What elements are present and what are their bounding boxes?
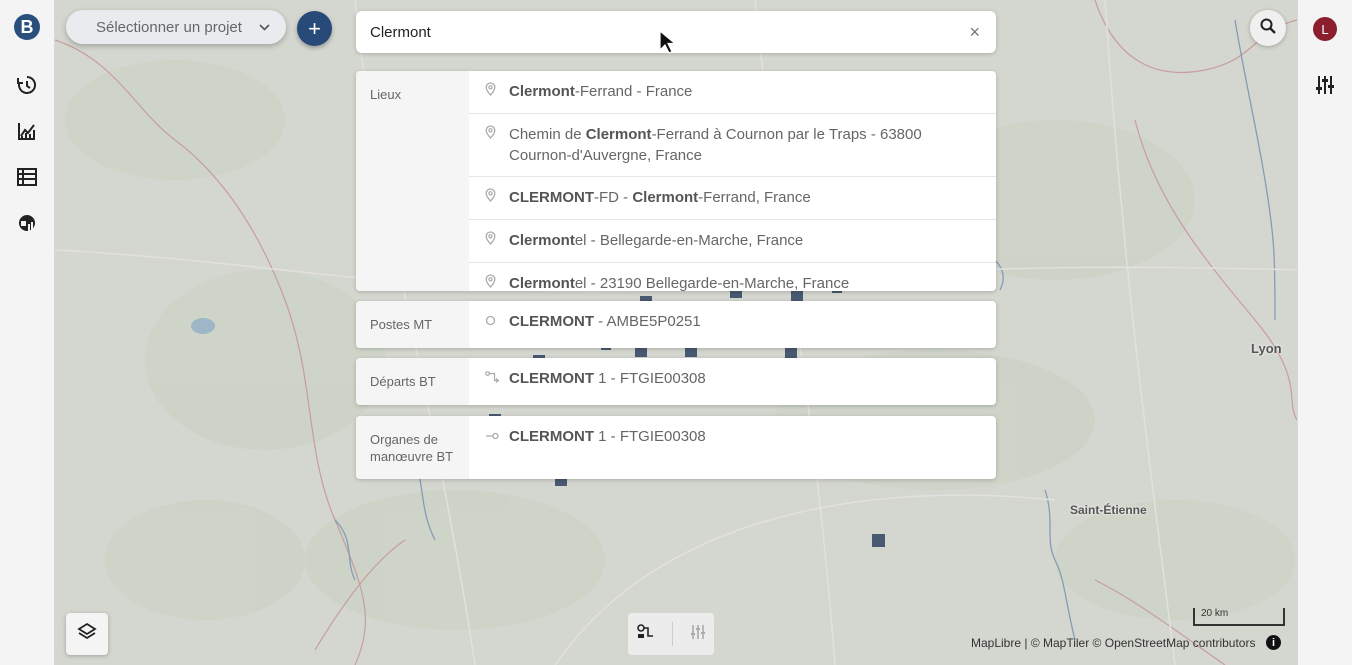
result-text: Chemin de Clermont-Ferrand à Cournon par…: [509, 124, 984, 166]
result-text-part: el - Bellegarde-en-Marche, France: [574, 232, 804, 249]
group-items: CLERMONT - AMBE5P0251: [469, 301, 996, 348]
chart-icon[interactable]: [14, 118, 40, 144]
result-item[interactable]: Clermontel - 23190 Bellegarde-en-Marche,…: [469, 263, 996, 291]
group-items: Clermont-Ferrand - France Chemin de Clerm…: [469, 71, 996, 291]
location-pin-icon: [485, 124, 509, 146]
result-item[interactable]: CLERMONT 1 - FTGIE00308: [469, 416, 996, 458]
result-text-part: -Ferrand - France: [574, 83, 693, 100]
result-match: CLERMONT: [509, 428, 594, 445]
info-icon[interactable]: i: [1266, 635, 1281, 650]
result-text: Clermontel - Bellegarde-en-Marche, Franc…: [509, 230, 803, 251]
logo-letter: B: [20, 16, 34, 37]
map-attribution[interactable]: MapLibre | © MapTiler © OpenStreetMap co…: [971, 636, 1255, 650]
result-match: CLERMONT: [509, 313, 594, 330]
left-sidebar: B: [0, 0, 55, 665]
project-select[interactable]: Sélectionner un projet: [66, 10, 286, 44]
location-pin-icon: [485, 187, 509, 209]
avatar-initial: L: [1321, 21, 1329, 37]
mouse-cursor-icon: [659, 29, 677, 59]
results-group-organes-bt: Organes de manœuvre BT CLERMONT 1 - FTGI…: [356, 416, 996, 479]
toolbar-divider: [671, 622, 673, 646]
result-item[interactable]: CLERMONT 1 - FTGIE00308: [469, 358, 996, 400]
chevron-down-icon: [259, 20, 270, 34]
result-text: Clermont-Ferrand - France: [509, 81, 692, 102]
search-icon: [1260, 18, 1276, 39]
result-match: Clermont: [509, 83, 575, 100]
city-label-saint-etienne: Saint-Étienne: [1070, 503, 1147, 517]
globe-chart-icon[interactable]: [14, 210, 40, 236]
group-label: Départs BT: [356, 358, 469, 405]
result-match: Clermont: [632, 189, 699, 206]
bottom-toolbar: [628, 613, 714, 655]
city-label-lyon: Lyon: [1251, 341, 1282, 356]
app-logo[interactable]: B: [14, 14, 40, 40]
result-match: CLERMONT: [509, 370, 594, 387]
result-text: Clermontel - 23190 Bellegarde-en-Marche,…: [509, 273, 849, 291]
location-pin-icon: [485, 230, 509, 252]
search-input[interactable]: [370, 23, 930, 41]
group-items: CLERMONT 1 - FTGIE00308: [469, 358, 996, 405]
result-match: Clermont: [509, 275, 575, 291]
result-item[interactable]: CLERMONT-FD - Clermont-Ferrand, France: [469, 177, 996, 220]
result-text-part: -FD -: [594, 189, 633, 206]
history-icon[interactable]: [14, 72, 40, 98]
project-select-label: Sélectionner un projet: [96, 18, 242, 36]
search-button[interactable]: [1250, 10, 1286, 46]
result-text-part: Chemin de: [509, 126, 586, 143]
result-match: Clermont: [585, 126, 652, 143]
layers-icon: [77, 622, 97, 647]
result-item[interactable]: Clermont-Ferrand - France: [469, 71, 996, 114]
substation-icon: [485, 311, 509, 333]
avatar[interactable]: L: [1313, 17, 1337, 41]
group-items: CLERMONT 1 - FTGIE00308: [469, 416, 996, 479]
result-text: CLERMONT-FD - Clermont-Ferrand, France: [509, 187, 811, 208]
result-text-part: 1 - FTGIE00308: [594, 428, 706, 445]
group-label: Lieux: [356, 71, 469, 291]
clear-search-button[interactable]: ×: [969, 22, 980, 43]
map-scale: 20 km: [1193, 608, 1285, 626]
result-text-part: el - 23190 Bellegarde-en-Marche, France: [574, 275, 850, 291]
result-match: CLERMONT: [509, 189, 594, 206]
filters-icon[interactable]: [1312, 72, 1338, 98]
feeder-icon: [485, 368, 509, 390]
adjust-tool-icon[interactable]: [690, 624, 706, 645]
add-label: +: [308, 15, 321, 41]
result-text-part: -Ferrand, France: [698, 189, 811, 206]
location-pin-icon: [485, 273, 509, 291]
result-text: CLERMONT - AMBE5P0251: [509, 311, 701, 332]
result-match: Clermont: [509, 232, 575, 249]
result-text-part: - AMBE5P0251: [594, 313, 701, 330]
add-project-button[interactable]: +: [297, 11, 332, 46]
layers-button[interactable]: [66, 613, 108, 655]
result-item[interactable]: Clermontel - Bellegarde-en-Marche, Franc…: [469, 220, 996, 263]
results-group-lieux: Lieux Clermont-Ferrand - France Chemin de…: [356, 71, 996, 291]
right-sidebar: L: [1297, 0, 1352, 665]
result-text-part: 1 - FTGIE00308: [594, 370, 706, 387]
result-text: CLERMONT 1 - FTGIE00308: [509, 426, 706, 447]
group-label: Organes de manœuvre BT: [356, 416, 469, 479]
result-text: CLERMONT 1 - FTGIE00308: [509, 368, 706, 389]
location-pin-icon: [485, 81, 509, 103]
switch-icon: [485, 426, 509, 448]
results-group-postes-mt: Postes MT CLERMONT - AMBE5P0251: [356, 301, 996, 348]
network-tool-icon[interactable]: [636, 623, 655, 645]
table-icon[interactable]: [14, 164, 40, 190]
group-label: Postes MT: [356, 301, 469, 348]
result-item[interactable]: CLERMONT - AMBE5P0251: [469, 301, 996, 343]
results-group-departs-bt: Départs BT CLERMONT 1 - FTGIE00308: [356, 358, 996, 405]
result-item[interactable]: Chemin de Clermont-Ferrand à Cournon par…: [469, 114, 996, 177]
